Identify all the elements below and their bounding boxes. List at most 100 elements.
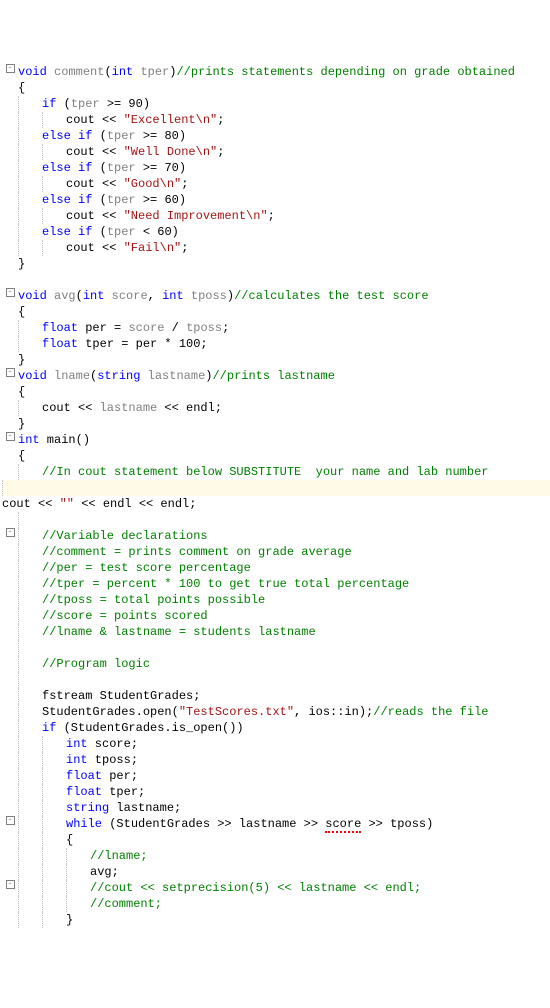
code-line[interactable]: cout << "Good\n"; (2, 176, 550, 192)
code-content[interactable]: cout << "" << endl << endl; (2, 496, 550, 512)
fold-toggle-icon[interactable]: - (6, 816, 15, 825)
code-content[interactable]: void comment(int tper)//prints statement… (18, 64, 550, 80)
code-content[interactable]: //cout << setprecision(5) << lastname <<… (90, 880, 550, 896)
code-line[interactable]: avg; (2, 864, 550, 880)
code-content[interactable]: if (tper >= 90) (42, 96, 550, 112)
code-line[interactable] (2, 272, 550, 288)
code-line[interactable]: } (2, 256, 550, 272)
code-content[interactable]: { (66, 832, 550, 848)
code-content[interactable]: } (18, 256, 550, 272)
code-line[interactable]: cout << "Excellent\n"; (2, 112, 550, 128)
code-line[interactable]: float per = score / tposs; (2, 320, 550, 336)
code-content[interactable]: cout << "Need Improvement\n"; (66, 208, 550, 224)
fold-toggle-icon[interactable]: - (6, 288, 15, 297)
code-line[interactable]: } (2, 912, 550, 928)
code-content[interactable]: while (StudentGrades >> lastname >> scor… (66, 816, 550, 832)
code-content[interactable]: cout << "Fail\n"; (66, 240, 550, 256)
code-content[interactable]: } (66, 912, 550, 928)
code-line[interactable]: else if (tper >= 60) (2, 192, 550, 208)
code-content[interactable]: { (18, 80, 550, 96)
code-line[interactable]: int tposs; (2, 752, 550, 768)
code-content[interactable]: if (StudentGrades.is_open()) (42, 720, 550, 736)
code-content[interactable]: avg; (90, 864, 550, 880)
fold-gutter[interactable]: - (2, 288, 18, 297)
code-line[interactable]: -void lname(string lastname)//prints las… (2, 368, 550, 384)
fold-toggle-icon[interactable]: - (6, 880, 15, 889)
code-content[interactable]: //Variable declarations (42, 528, 550, 544)
code-line[interactable]: { (2, 80, 550, 96)
code-content[interactable]: //Program logic (42, 656, 550, 672)
code-line[interactable]: //In cout statement below SUBSTITUTE you… (2, 464, 550, 480)
code-content[interactable]: //score = points scored (42, 608, 550, 624)
fold-gutter[interactable]: - (2, 64, 18, 73)
code-content[interactable]: //comment = prints comment on grade aver… (42, 544, 550, 560)
code-line[interactable]: float tper; (2, 784, 550, 800)
code-content[interactable]: else if (tper >= 80) (42, 128, 550, 144)
code-content[interactable]: void lname(string lastname)//prints last… (18, 368, 550, 384)
code-content[interactable]: //tper = percent * 100 to get true total… (42, 576, 550, 592)
code-line[interactable] (2, 640, 550, 656)
code-content[interactable]: int tposs; (66, 752, 550, 768)
code-content[interactable]: float tper; (66, 784, 550, 800)
code-content[interactable]: { (18, 384, 550, 400)
code-content[interactable]: { (18, 304, 550, 320)
code-line[interactable]: -int main() (2, 432, 550, 448)
code-content[interactable]: int main() (18, 432, 550, 448)
code-line[interactable]: { (2, 832, 550, 848)
code-content[interactable]: float tper = per * 100; (42, 336, 550, 352)
code-content[interactable]: else if (tper < 60) (42, 224, 550, 240)
code-line[interactable]: cout << "" << endl << endl; (2, 480, 550, 496)
code-line[interactable]: } (2, 352, 550, 368)
code-line[interactable]: int score; (2, 736, 550, 752)
code-line[interactable]: cout << "Need Improvement\n"; (2, 208, 550, 224)
code-line[interactable] (2, 512, 550, 528)
code-line[interactable]: //tper = percent * 100 to get true total… (2, 576, 550, 592)
fold-gutter[interactable]: - (2, 528, 18, 537)
code-line[interactable]: fstream StudentGrades; (2, 688, 550, 704)
code-content[interactable]: float per; (66, 768, 550, 784)
code-line[interactable]: else if (tper < 60) (2, 224, 550, 240)
code-line[interactable]: - //cout << setprecision(5) << lastname <… (2, 880, 550, 896)
code-content[interactable]: int score; (66, 736, 550, 752)
fold-toggle-icon[interactable]: - (6, 368, 15, 377)
code-line[interactable]: { (2, 384, 550, 400)
code-line[interactable]: //lname & lastname = students lastname (2, 624, 550, 640)
code-content[interactable]: string lastname; (66, 800, 550, 816)
code-line[interactable]: - while (StudentGrades >> lastname >> sco… (2, 816, 550, 832)
code-content[interactable]: //tposs = total points possible (42, 592, 550, 608)
code-line[interactable]: -void avg(int score, int tposs)//calcula… (2, 288, 550, 304)
code-content[interactable]: cout << "Good\n"; (66, 176, 550, 192)
fold-toggle-icon[interactable]: - (6, 64, 15, 73)
code-line[interactable]: //tposs = total points possible (2, 592, 550, 608)
code-line[interactable]: //comment; (2, 896, 550, 912)
code-line[interactable]: - //Variable declarations (2, 528, 550, 544)
code-line[interactable]: //comment = prints comment on grade aver… (2, 544, 550, 560)
code-line[interactable]: else if (tper >= 70) (2, 160, 550, 176)
fold-gutter[interactable]: - (2, 880, 18, 889)
code-editor[interactable]: -void comment(int tper)//prints statemen… (0, 64, 550, 928)
code-line[interactable]: StudentGrades.open("TestScores.txt", ios… (2, 704, 550, 720)
code-line[interactable]: else if (tper >= 80) (2, 128, 550, 144)
fold-gutter[interactable]: - (2, 432, 18, 441)
code-line[interactable]: { (2, 448, 550, 464)
code-line[interactable]: if (StudentGrades.is_open()) (2, 720, 550, 736)
code-line[interactable] (2, 672, 550, 688)
code-content[interactable]: float per = score / tposs; (42, 320, 550, 336)
code-content[interactable]: } (18, 352, 550, 368)
code-line[interactable]: cout << "Fail\n"; (2, 240, 550, 256)
fold-toggle-icon[interactable]: - (6, 528, 15, 537)
code-content[interactable]: //lname & lastname = students lastname (42, 624, 550, 640)
code-line[interactable]: //Program logic (2, 656, 550, 672)
code-line[interactable]: float per; (2, 768, 550, 784)
code-line[interactable]: if (tper >= 90) (2, 96, 550, 112)
fold-toggle-icon[interactable]: - (6, 432, 15, 441)
code-content[interactable]: else if (tper >= 60) (42, 192, 550, 208)
code-content[interactable]: { (18, 448, 550, 464)
code-line[interactable]: } (2, 416, 550, 432)
code-content[interactable]: //comment; (90, 896, 550, 912)
code-content[interactable]: StudentGrades.open("TestScores.txt", ios… (42, 704, 550, 720)
fold-gutter[interactable]: - (2, 816, 18, 825)
code-content[interactable]: //In cout statement below SUBSTITUTE you… (42, 464, 550, 480)
fold-gutter[interactable]: - (2, 368, 18, 377)
code-line[interactable]: cout << lastname << endl; (2, 400, 550, 416)
